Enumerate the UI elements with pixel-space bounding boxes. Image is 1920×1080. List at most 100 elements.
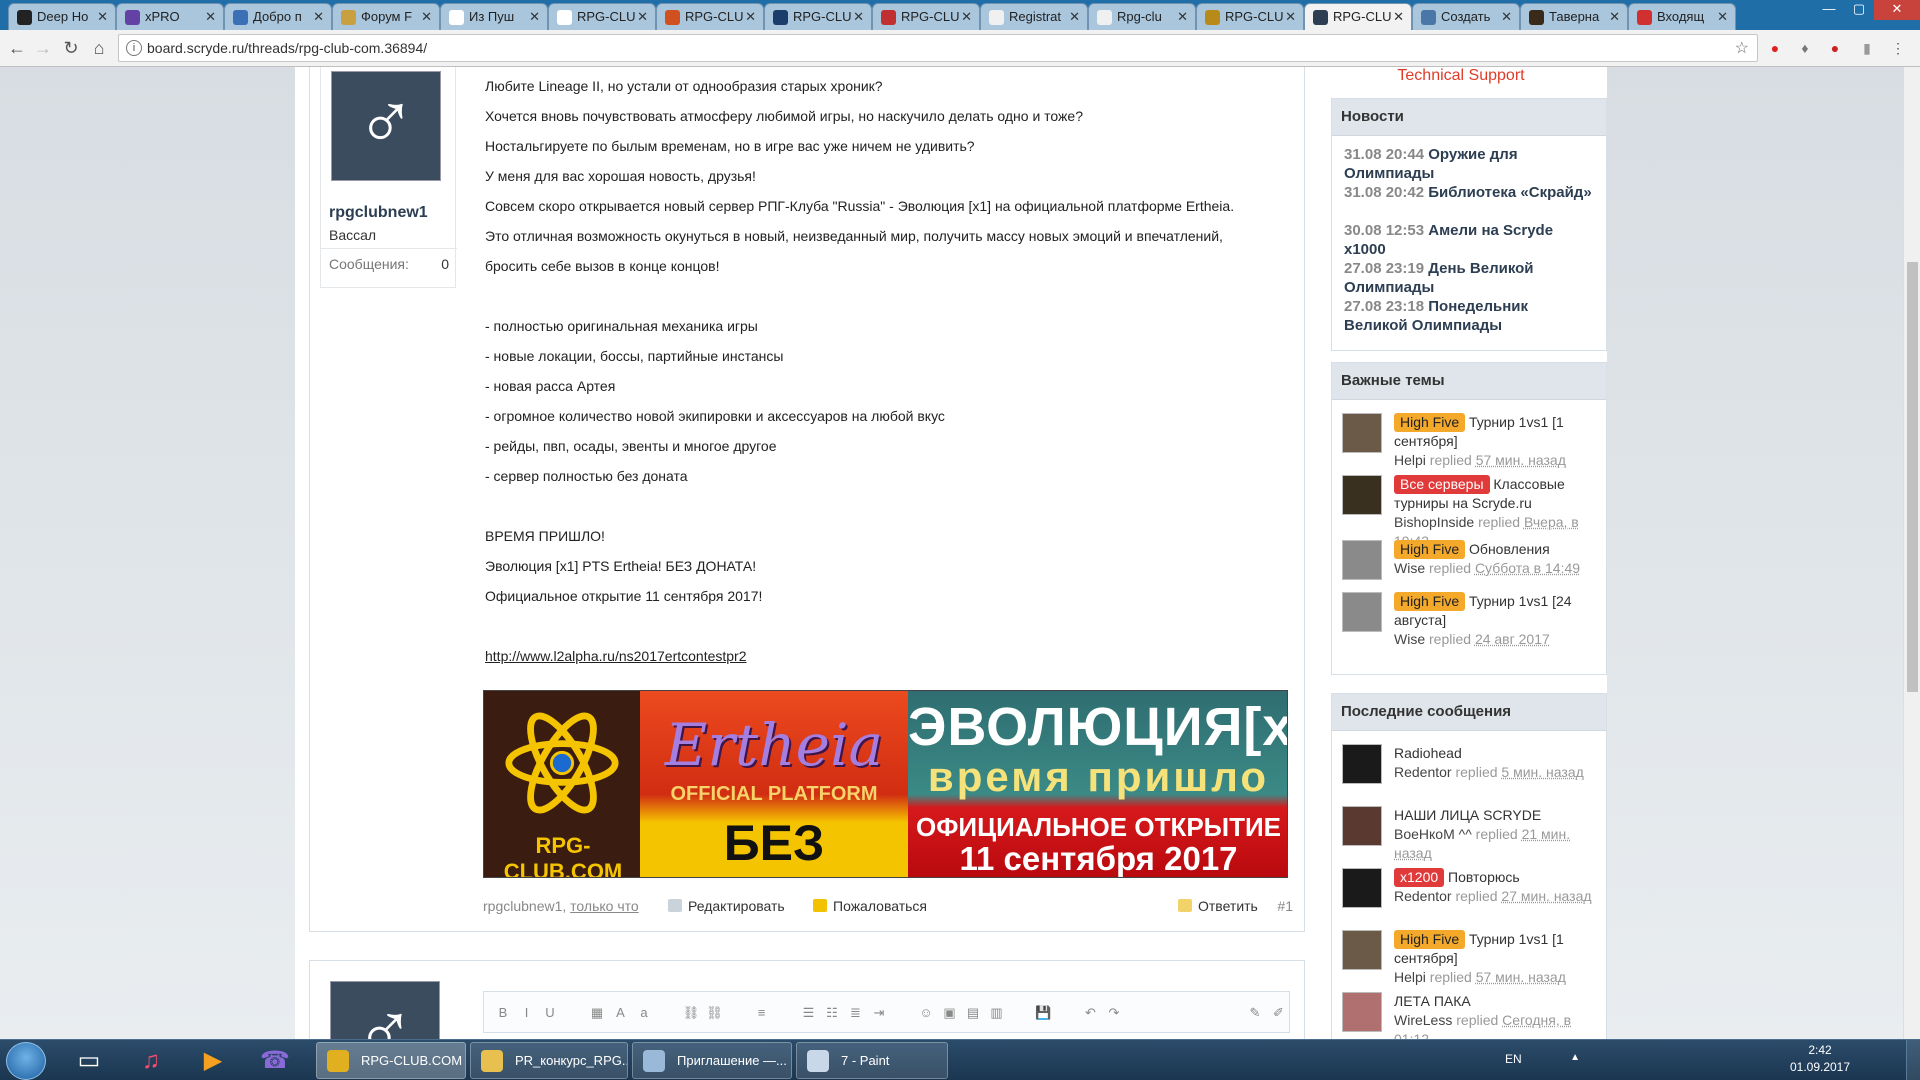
avatar[interactable] — [1342, 592, 1382, 632]
editor-toolbar-button[interactable]: ▦ — [588, 1004, 606, 1022]
editor-toolbar-button[interactable]: I — [518, 1004, 536, 1022]
topic-user[interactable]: Wise — [1394, 560, 1425, 576]
browser-tab[interactable]: RPG-CLU ✕ — [1196, 3, 1304, 30]
avatar[interactable]: ♂ — [331, 71, 441, 181]
topic-title[interactable]: НАШИ ЛИЦА SCRYDE — [1394, 807, 1541, 823]
report-button[interactable]: Пожаловаться — [813, 898, 927, 914]
topic-title[interactable]: Повторюсь — [1448, 869, 1520, 885]
topic-time[interactable]: 24 авг 2017 — [1475, 631, 1550, 647]
editor-toolbar-button[interactable]: ⛓ — [682, 1004, 700, 1022]
close-window-button[interactable]: ✕ — [1874, 0, 1920, 20]
topic-user[interactable]: Redentor — [1394, 888, 1452, 904]
close-tab-icon[interactable]: ✕ — [745, 4, 756, 30]
topic-time[interactable]: 27 мин. назад — [1501, 888, 1591, 904]
reply-button[interactable]: Ответить — [1178, 898, 1258, 914]
close-tab-icon[interactable]: ✕ — [205, 4, 216, 30]
editor-toolbar-button[interactable]: ≣ — [847, 1004, 865, 1022]
post-number[interactable]: #1 — [1277, 898, 1293, 914]
taskbar-window-button[interactable]: Приглашение —... — [632, 1042, 792, 1079]
forward-arrow-icon[interactable]: → — [30, 35, 56, 61]
browser-tab[interactable]: Таверна ✕ — [1520, 3, 1628, 30]
extension-icon[interactable]: ♦ — [1795, 38, 1815, 58]
browser-tab[interactable]: Deep Ho ✕ — [8, 3, 116, 30]
post-banner-image[interactable]: RPG-CLUB.COM Ertheia OFFICIAL PLATFORM Б… — [483, 690, 1288, 878]
topic-time[interactable]: 57 мин. назад — [1476, 452, 1566, 468]
taskbar-window-button[interactable]: PR_конкурс_RPG... — [470, 1042, 628, 1079]
browser-tab[interactable]: RPG-CLU ✕ — [548, 3, 656, 30]
topic-user[interactable]: WireLess — [1394, 1012, 1452, 1028]
avatar[interactable]: ♂ — [330, 981, 440, 1039]
news-item[interactable]: 31.08 20:44 Оружие для Олимпиады — [1344, 145, 1594, 183]
topic-user[interactable]: Helpi — [1394, 969, 1426, 985]
browser-tab[interactable]: Создать ✕ — [1412, 3, 1520, 30]
topic-title[interactable]: Radiohead — [1394, 745, 1462, 761]
editor-toolbar-button[interactable]: ✐ — [1270, 1004, 1288, 1022]
topic-title[interactable]: ЛЕТА ПАКА — [1394, 993, 1471, 1009]
topic-user[interactable]: BishopInside — [1394, 514, 1474, 530]
author-name[interactable]: rpgclubnew1 — [329, 204, 428, 222]
editor-toolbar-button[interactable]: ↶ — [1082, 1004, 1100, 1022]
editor-toolbar-button[interactable]: ≡ — [753, 1004, 771, 1022]
taskbar-window-button[interactable]: RPG-CLUB.COM |... — [316, 1042, 466, 1079]
topic-time[interactable]: 5 мин. назад — [1501, 764, 1583, 780]
post-time[interactable]: только что — [570, 898, 639, 914]
viber-pinned-icon[interactable]: ☎ — [248, 1043, 302, 1079]
prefix-badge[interactable]: High Five — [1394, 413, 1466, 432]
close-tab-icon[interactable]: ✕ — [1069, 4, 1080, 30]
editor-toolbar-button[interactable]: ↷ — [1105, 1004, 1123, 1022]
info-icon[interactable]: i — [126, 40, 142, 56]
browser-tab[interactable]: RPG-CLU ✕ — [872, 3, 980, 30]
minimize-button[interactable]: — — [1814, 0, 1844, 20]
editor-toolbar-button[interactable]: ▤ — [964, 1004, 982, 1022]
browser-tab[interactable]: xPRO ✕ — [116, 3, 224, 30]
editor-toolbar-button[interactable]: A — [612, 1004, 630, 1022]
prefix-badge[interactable]: High Five — [1394, 540, 1466, 559]
avatar[interactable] — [1342, 868, 1382, 908]
browser-tab[interactable]: Rpg-clu ✕ — [1088, 3, 1196, 30]
topic-user[interactable]: Helpi — [1394, 452, 1426, 468]
editor-toolbar-button[interactable]: 💾 — [1035, 1004, 1053, 1022]
topic-title[interactable]: Обновления — [1469, 541, 1550, 557]
editor-toolbar-button[interactable]: ☺ — [917, 1004, 935, 1022]
back-arrow-icon[interactable]: ← — [4, 35, 30, 61]
prefix-badge[interactable]: x1200 — [1394, 868, 1445, 887]
browser-tab[interactable]: RPG-CLU ✕ — [764, 3, 872, 30]
show-desktop-button[interactable] — [1906, 1040, 1920, 1080]
browser-tab[interactable]: Из Пуш ✕ — [440, 3, 548, 30]
news-title-link[interactable]: Библиотека «Скрайд» — [1428, 184, 1591, 201]
editor-toolbar-button[interactable]: ✎ — [1246, 1004, 1264, 1022]
close-tab-icon[interactable]: ✕ — [313, 4, 324, 30]
avatar[interactable] — [1342, 992, 1382, 1032]
language-indicator[interactable]: EN — [1505, 1052, 1535, 1066]
reload-icon[interactable]: ↻ — [58, 35, 84, 61]
start-button[interactable] — [6, 1042, 46, 1080]
close-tab-icon[interactable]: ✕ — [97, 4, 108, 30]
topic-time[interactable]: 57 мин. назад — [1476, 969, 1566, 985]
taskbar-window-button[interactable]: 7 - Paint — [796, 1042, 948, 1079]
post-meta-author[interactable]: rpgclubnew1, — [483, 898, 566, 914]
topic-user[interactable]: Wise — [1394, 631, 1425, 647]
editor-toolbar-button[interactable]: ▣ — [941, 1004, 959, 1022]
browser-tab[interactable]: Добро п ✕ — [224, 3, 332, 30]
close-tab-icon[interactable]: ✕ — [853, 4, 864, 30]
editor-toolbar-button[interactable]: U — [541, 1004, 559, 1022]
avatar[interactable] — [1342, 540, 1382, 580]
editor-toolbar-button[interactable]: B — [494, 1004, 512, 1022]
home-icon[interactable]: ⌂ — [86, 35, 112, 61]
edit-button[interactable]: Редактировать — [668, 898, 785, 914]
menu-icon[interactable]: ⋮ — [1888, 38, 1908, 58]
browser-tab[interactable]: RPG-CLU ✕ — [656, 3, 764, 30]
adblock-extension-icon[interactable]: ● — [1765, 38, 1785, 58]
close-tab-icon[interactable]: ✕ — [961, 4, 972, 30]
close-tab-icon[interactable]: ✕ — [637, 4, 648, 30]
news-item[interactable]: 27.08 23:19 День Великой Олимпиады — [1344, 259, 1594, 297]
itunes-pinned-icon[interactable]: ♫ — [124, 1043, 178, 1079]
editor-toolbar-button[interactable]: ☷ — [823, 1004, 841, 1022]
browser-tab[interactable]: Входящ ✕ — [1628, 3, 1736, 30]
media-player-pinned-icon[interactable]: ▶ — [186, 1043, 240, 1079]
prefix-badge[interactable]: High Five — [1394, 592, 1466, 611]
news-item[interactable]: 31.08 20:42 Библиотека «Скрайд» — [1344, 183, 1594, 202]
close-tab-icon[interactable]: ✕ — [1501, 4, 1512, 30]
browser-tab[interactable]: RPG-CLU ✕ — [1304, 3, 1412, 30]
post-link[interactable]: http://www.l2alpha.ru/ns2017ertcontestpr… — [485, 648, 747, 664]
